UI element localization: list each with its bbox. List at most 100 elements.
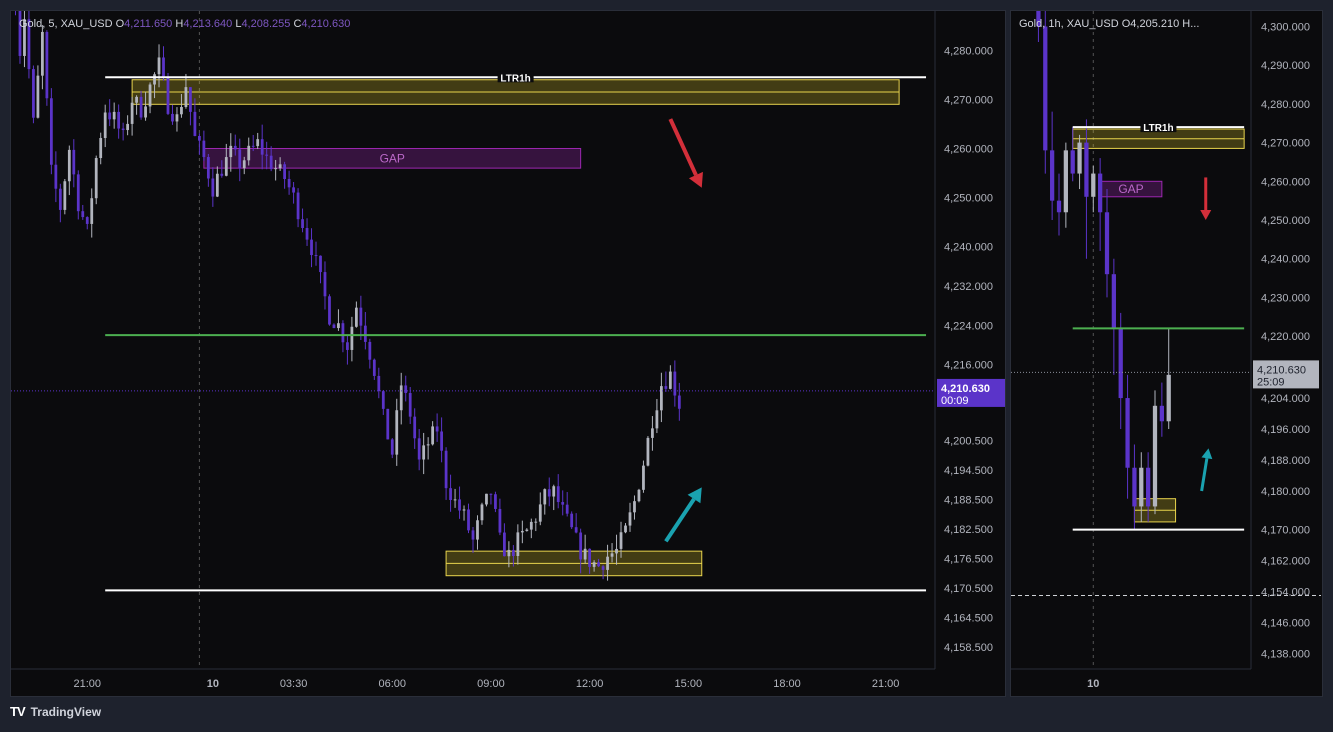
candle-body bbox=[45, 31, 49, 99]
candle-body bbox=[242, 160, 246, 169]
price-tick: 4,240.000 bbox=[1261, 254, 1310, 266]
price-tick: 4,158.500 bbox=[944, 642, 993, 654]
countdown-value: 00:09 bbox=[941, 395, 969, 407]
candle-body bbox=[1159, 405, 1164, 422]
footer-branding[interactable]: TV TradingView bbox=[10, 704, 101, 719]
chart-pane-5m[interactable]: GAP LTR1h 4,280.000 4,270.000 4,260.000 4,250… bbox=[10, 10, 1006, 697]
price-tick: 4,220.000 bbox=[1261, 331, 1310, 343]
candle-body bbox=[135, 96, 138, 103]
candle-body bbox=[529, 521, 533, 530]
candle-body bbox=[561, 502, 565, 505]
candle-body bbox=[157, 57, 161, 75]
candle-body bbox=[547, 489, 551, 497]
chart-canvas-1h[interactable]: GAP LTR1h 4,300.000 4,290.000 4,280.000 4,270… bbox=[1011, 11, 1322, 696]
price-tick: 4,270.000 bbox=[1261, 138, 1310, 150]
legend-o-value: 4,205.210 bbox=[1130, 18, 1180, 30]
chart-canvas-5m[interactable]: GAP LTR1h 4,280.000 4,270.000 4,260.000 4,250… bbox=[11, 11, 1005, 696]
candle-body bbox=[292, 187, 295, 193]
candle-body bbox=[1056, 200, 1062, 213]
candle-body bbox=[305, 227, 309, 240]
candle-body bbox=[72, 149, 76, 175]
candle-body bbox=[63, 181, 67, 210]
candle-body bbox=[233, 145, 237, 150]
candle-body bbox=[1050, 150, 1055, 201]
candle-body bbox=[332, 324, 336, 329]
candle-body bbox=[426, 444, 430, 446]
candle-body bbox=[296, 192, 300, 220]
candle-body bbox=[579, 532, 583, 560]
candle-body bbox=[503, 532, 506, 557]
candle-body bbox=[162, 57, 165, 77]
candle-body bbox=[476, 520, 479, 540]
candle-body bbox=[440, 431, 443, 451]
legend-1h: Gold, 1h, XAU_USD O4,205.210 H... bbox=[1019, 18, 1199, 30]
candle-body bbox=[489, 493, 493, 495]
last-price-value: 4,210.630 bbox=[1257, 364, 1306, 376]
candle-body bbox=[81, 211, 85, 218]
price-tick: 4,204.000 bbox=[1261, 393, 1310, 405]
time-tick: 15:00 bbox=[675, 678, 703, 690]
time-tick: 06:00 bbox=[378, 678, 406, 690]
price-tick: 4,188.000 bbox=[1261, 455, 1310, 467]
candle-body bbox=[108, 112, 112, 120]
candle-body bbox=[583, 548, 587, 560]
candle-body bbox=[1091, 173, 1096, 197]
candle-body bbox=[1132, 467, 1137, 507]
candle-body bbox=[337, 323, 340, 329]
candle-body bbox=[390, 439, 394, 455]
time-tick: 18:00 bbox=[773, 678, 801, 690]
candle-body bbox=[354, 307, 358, 327]
candle-body bbox=[215, 173, 219, 197]
candle-body bbox=[655, 410, 659, 429]
candle-body bbox=[175, 114, 179, 122]
candle-body bbox=[552, 486, 556, 497]
candle-body bbox=[238, 149, 242, 169]
candle-body bbox=[511, 549, 515, 556]
candle-body bbox=[310, 239, 313, 256]
candle-body bbox=[507, 549, 511, 557]
candle-body bbox=[1146, 467, 1151, 507]
candle-body bbox=[350, 326, 354, 350]
candle-body bbox=[633, 501, 636, 513]
candle-body bbox=[1139, 467, 1144, 507]
candle-body bbox=[206, 157, 210, 179]
price-tick: 4,162.000 bbox=[1261, 556, 1310, 568]
price-tick: 4,290.000 bbox=[1261, 60, 1310, 72]
candle-body bbox=[1152, 405, 1158, 507]
candle-body bbox=[359, 307, 363, 326]
candle-body bbox=[323, 272, 327, 297]
candle-body bbox=[76, 174, 80, 212]
price-tick: 4,280.000 bbox=[1261, 99, 1310, 111]
candle-body bbox=[328, 296, 331, 325]
time-tick: 10 bbox=[207, 678, 219, 690]
candle-body bbox=[166, 76, 170, 114]
chart-pane-1h[interactable]: GAP LTR1h 4,300.000 4,290.000 4,280.000 4,270… bbox=[1010, 10, 1323, 697]
candle-body bbox=[269, 155, 273, 170]
legend-symbol: Gold, 5, XAU_USD bbox=[19, 18, 113, 30]
time-tick: 03:30 bbox=[280, 678, 308, 690]
price-tick: 4,250.000 bbox=[1261, 215, 1310, 227]
price-tick: 4,164.500 bbox=[944, 612, 993, 624]
candle-body bbox=[444, 450, 448, 489]
candle-body bbox=[417, 438, 421, 460]
legend-symbol: Gold, 1h, XAU_USD bbox=[1019, 18, 1119, 30]
teal-up-arrow-shaft bbox=[1200, 458, 1209, 492]
candle-body bbox=[256, 139, 260, 147]
candle-body bbox=[601, 566, 605, 570]
price-tick: 4,250.000 bbox=[944, 193, 993, 205]
candle-body bbox=[449, 488, 452, 500]
price-tick: 4,176.500 bbox=[944, 554, 993, 566]
price-tick: 4,270.000 bbox=[944, 94, 993, 106]
candle-body bbox=[642, 465, 645, 490]
level-label-ltr1h: LTR1h bbox=[1143, 123, 1173, 134]
candle-body bbox=[1166, 374, 1171, 422]
time-tick: 12:00 bbox=[576, 678, 604, 690]
price-tick: 4,260.000 bbox=[1261, 176, 1310, 188]
candle-body bbox=[435, 426, 439, 432]
candle-body bbox=[1077, 142, 1082, 174]
price-tick: 4,194.500 bbox=[944, 465, 993, 477]
teal-up-arrow-shaft bbox=[664, 497, 696, 543]
price-tick: 4,180.000 bbox=[1261, 486, 1310, 498]
candle-body bbox=[610, 553, 614, 557]
candle-body bbox=[49, 98, 53, 165]
